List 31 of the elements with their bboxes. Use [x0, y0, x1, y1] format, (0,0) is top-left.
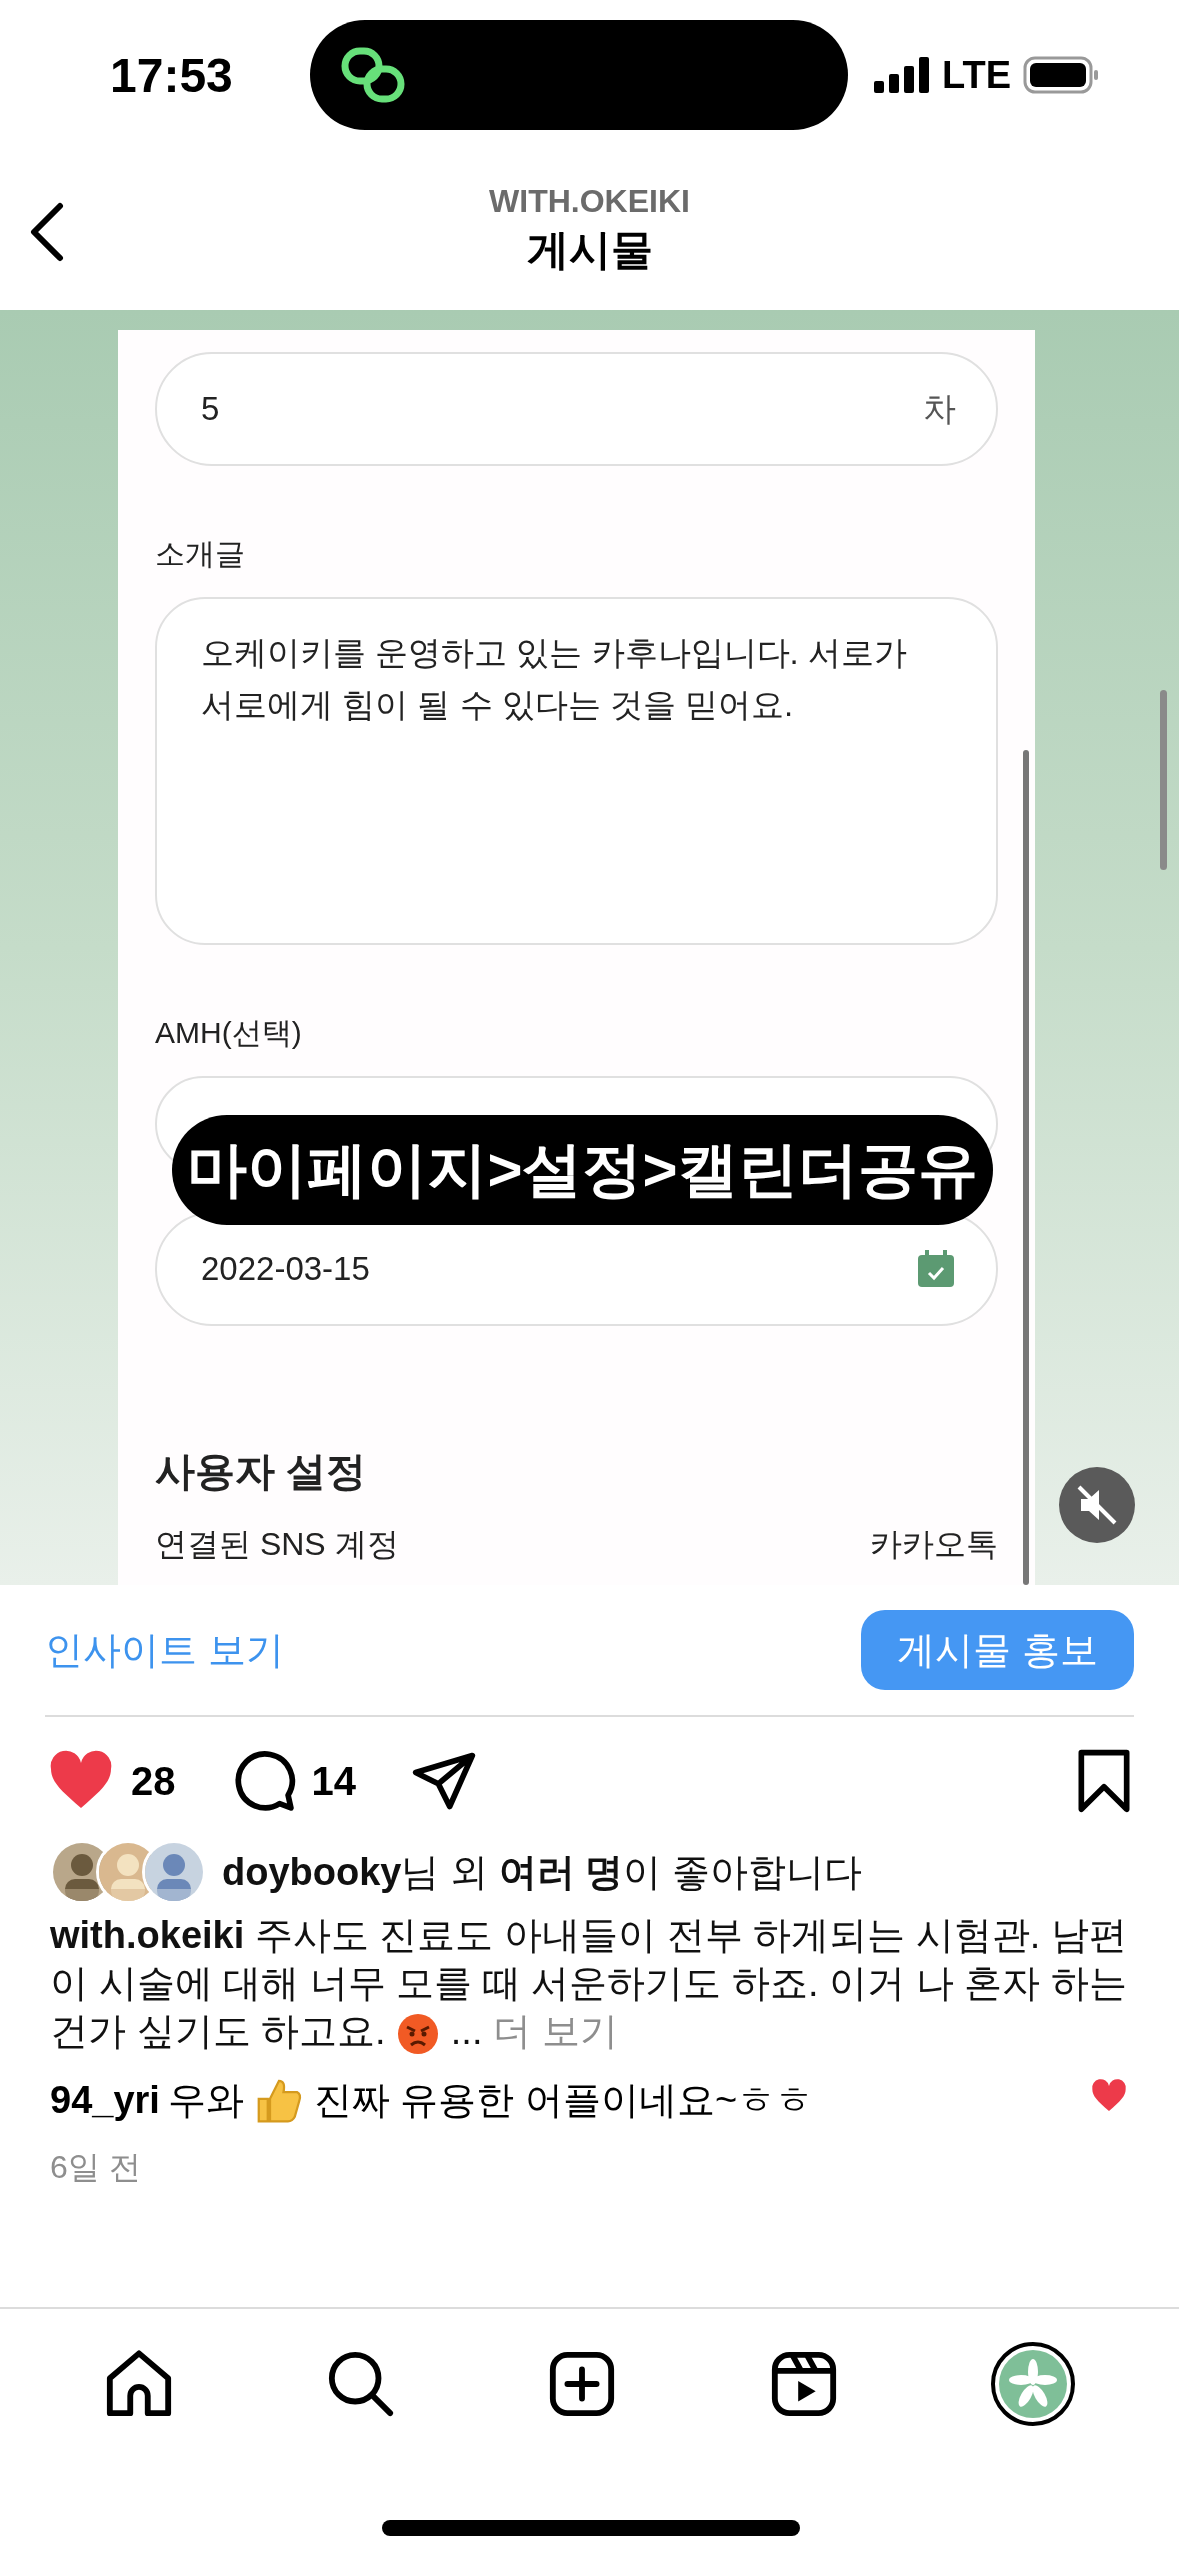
- caption-toast: 마이페이지>설정>캘린더공유: [172, 1115, 993, 1225]
- post-caption: with.okeiki 주사도 진료도 아내들이 전부 하게되는 시험관. 남편이 시술에 대해 너무 모를 때 서운하기도 하죠. 이거 나 혼자 하는 건가 싶기도 하고요. ... 더 보기: [0, 1911, 1179, 2056]
- comment-text: 우와: [167, 2078, 244, 2124]
- angry-emoji-icon: [396, 2011, 441, 2056]
- signal-icon: [874, 57, 931, 93]
- text-area: 오케이키를 운영하고 있는 카후나입니다. 서로가 서로에게 힘이 될 수 있다는 것을 믿어요.: [155, 597, 998, 945]
- setting-label: 연결된 SNS 계정: [155, 1525, 399, 1564]
- like-count: 28: [131, 1758, 176, 1804]
- account-name: WITH.OKEIKI: [489, 182, 690, 220]
- likes-summary: doybooky님 외 여러 명이 좋아합니다: [222, 1849, 862, 1895]
- setting-value: 카카오톡: [870, 1525, 998, 1564]
- section-title: 사용자 설정: [155, 1448, 368, 1495]
- post-time: 6일 전: [49, 2147, 142, 2187]
- calendar-icon: [916, 1249, 956, 1289]
- page-title: 게시물: [526, 224, 653, 275]
- more-link[interactable]: 더 보기: [493, 2010, 618, 2052]
- comment-text: 진짜 유용한 어플이네요~ㅎㅎ: [313, 2078, 814, 2124]
- field-value: 2022-03-15: [201, 1250, 370, 1288]
- field-suffix: 차: [923, 388, 956, 429]
- comment-count: 14: [311, 1758, 356, 1804]
- muted-speaker-icon: [1075, 1483, 1119, 1527]
- promote-button[interactable]: 게시물 홍보: [861, 1610, 1134, 1690]
- insights-link[interactable]: 인사이트 보기: [45, 1624, 284, 1676]
- battery-icon: [1023, 56, 1099, 94]
- comment-username[interactable]: 94_yri: [50, 2079, 160, 2123]
- field-value: 5: [201, 390, 220, 428]
- status-time: 17:53: [110, 47, 234, 103]
- network-label: LTE: [942, 53, 1011, 97]
- field-label: 소개글: [155, 536, 246, 572]
- profile-avatar[interactable]: [991, 2342, 1076, 2426]
- field-label: AMH(선택): [155, 1015, 303, 1051]
